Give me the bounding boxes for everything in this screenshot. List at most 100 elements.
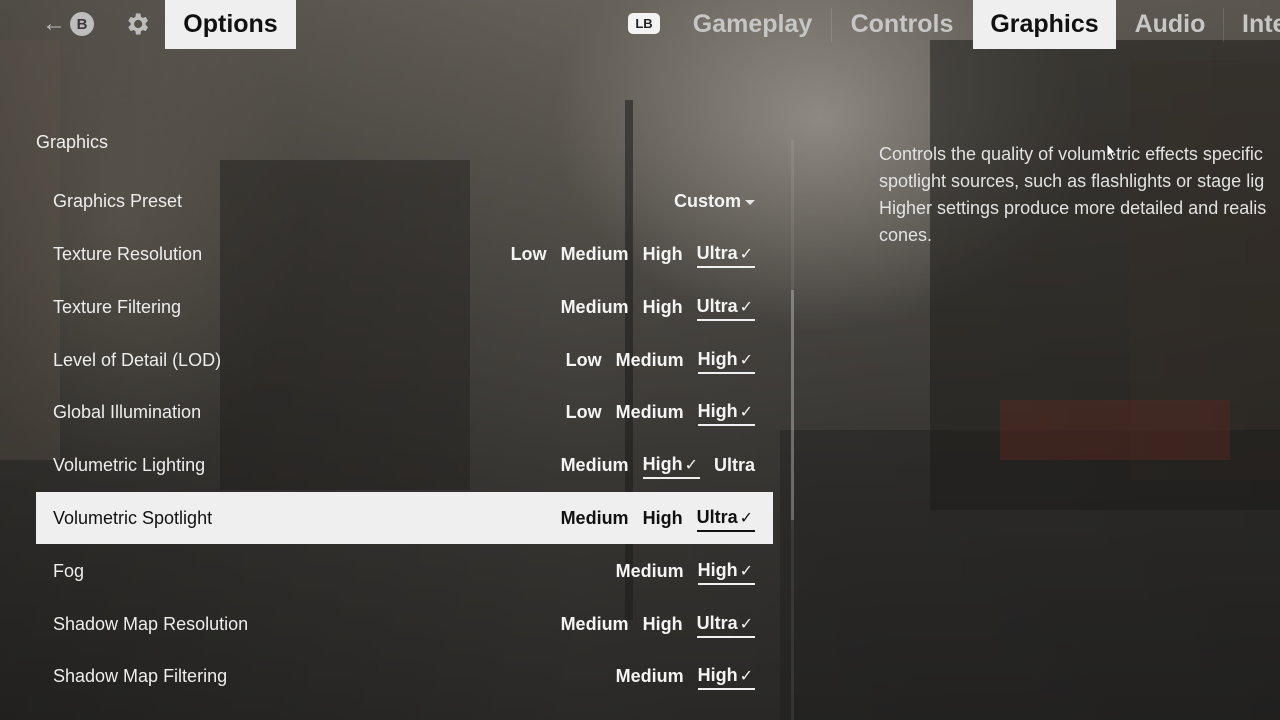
setting-row[interactable]: Shadow Map Resolution Medium High Ultra ✓ (36, 598, 773, 650)
tab-audio[interactable]: Audio (1117, 0, 1223, 49)
option-high[interactable]: High ✓ (697, 398, 755, 426)
option-label: Medium (615, 666, 684, 686)
checkmark-icon: ✓ (739, 404, 753, 421)
option-label: Medium (560, 244, 629, 264)
scrollbar-thumb[interactable] (791, 290, 794, 520)
top-bar: ← B Options LB Gameplay Controls Graphic… (0, 0, 1280, 50)
option-label: Ultra (696, 613, 738, 633)
setting-row[interactable]: Level of Detail (LOD) Low Medium High ✓ (36, 334, 773, 386)
option-medium[interactable]: Medium (561, 505, 629, 531)
option-ultra[interactable]: Ultra ✓ (696, 240, 755, 268)
setting-row[interactable]: Texture Filtering Medium High Ultra ✓ (36, 281, 773, 333)
option-ultra[interactable]: Ultra ✓ (696, 504, 755, 532)
option-medium[interactable]: Medium (616, 663, 684, 689)
option-medium[interactable]: Medium (561, 241, 629, 267)
background-building-right (930, 40, 1280, 510)
background-street (780, 430, 1280, 720)
back-arrow-icon: ← (42, 10, 66, 37)
setting-row[interactable]: Fog Medium High ✓ (36, 545, 773, 597)
option-label: Medium (560, 614, 629, 634)
gear-icon[interactable] (123, 10, 151, 38)
option-medium[interactable]: Medium (561, 452, 629, 478)
option-label: Ultra (696, 507, 738, 527)
background-red-barrier (1000, 400, 1230, 460)
options-title: Options (165, 0, 296, 49)
preset-dropdown[interactable]: Custom (674, 175, 755, 227)
option-high[interactable]: High (643, 294, 683, 320)
description-line: Controls the quality of volumetric effec… (879, 144, 1263, 164)
option-label: High (697, 665, 738, 685)
checkmark-icon: ✓ (684, 457, 698, 474)
setting-label: Volumetric Spotlight (53, 508, 213, 528)
option-label: Medium (615, 561, 684, 581)
option-ultra[interactable]: Ultra ✓ (696, 610, 755, 638)
description-line: cones. (879, 225, 933, 245)
checkmark-icon: ✓ (739, 352, 753, 369)
setting-label: Shadow Map Filtering (53, 666, 228, 686)
back-button[interactable]: ← B (42, 9, 94, 39)
b-button-prompt: B (70, 12, 94, 36)
option-label: Medium (560, 455, 629, 475)
option-high[interactable]: High (643, 611, 683, 637)
setting-label: Global Illumination (53, 402, 202, 422)
mouse-cursor-icon (1106, 143, 1116, 161)
option-high[interactable]: High (643, 505, 683, 531)
option-low[interactable]: Low (566, 347, 602, 373)
option-label: Low (565, 350, 602, 370)
preset-value[interactable]: Custom (674, 191, 755, 212)
setting-label: Fog (53, 561, 85, 581)
option-low[interactable]: Low (566, 399, 602, 425)
option-label: Medium (615, 350, 684, 370)
option-label: High (642, 297, 683, 317)
setting-label: Volumetric Lighting (53, 455, 206, 475)
setting-options: Low Medium High ✓ (566, 334, 755, 386)
background-building-far-right (1130, 60, 1280, 480)
tab-graphics[interactable]: Graphics (973, 0, 1116, 49)
setting-row[interactable]: Shadow Map Filtering Medium High ✓ (36, 650, 773, 702)
option-high[interactable]: High (643, 241, 683, 267)
option-medium[interactable]: Medium (561, 294, 629, 320)
section-title: Graphics (36, 132, 109, 152)
setting-label: Texture Resolution (53, 244, 203, 264)
setting-row[interactable]: Global Illumination Low Medium High ✓ (36, 386, 773, 438)
option-high[interactable]: High ✓ (697, 557, 755, 585)
option-label: High (642, 244, 683, 264)
setting-options: Medium High Ultra ✓ (561, 281, 755, 333)
option-low[interactable]: Low (511, 241, 547, 267)
setting-options: Medium High ✓ (616, 650, 755, 702)
dropdown-caret-icon (745, 199, 755, 205)
option-label: High (642, 614, 683, 634)
option-label: Low (510, 244, 547, 264)
setting-options: Low Medium High Ultra ✓ (511, 228, 755, 280)
option-high[interactable]: High ✓ (697, 346, 755, 374)
option-label: Medium (560, 508, 629, 528)
option-medium[interactable]: Medium (616, 558, 684, 584)
option-high[interactable]: High ✓ (642, 451, 700, 479)
option-label: High (697, 560, 738, 580)
checkmark-icon: ✓ (739, 616, 753, 633)
setting-row[interactable]: Volumetric Lighting Medium High ✓ Ultra (36, 439, 773, 491)
option-ultra[interactable]: Ultra ✓ (696, 293, 755, 321)
checkmark-icon: ✓ (739, 668, 753, 685)
option-medium[interactable]: Medium (561, 611, 629, 637)
checkmark-icon: ✓ (739, 299, 753, 316)
option-label: High (697, 349, 738, 369)
option-label: High (642, 454, 683, 474)
setting-row-graphics-preset[interactable]: Graphics Preset Custom (36, 175, 773, 227)
setting-options: Medium High Ultra ✓ (561, 598, 755, 650)
lb-button-prompt: LB (628, 13, 660, 34)
setting-label: Level of Detail (LOD) (53, 350, 222, 370)
option-medium[interactable]: Medium (616, 399, 684, 425)
tab-interface[interactable]: Inte (1224, 0, 1280, 49)
option-label: Medium (615, 402, 684, 422)
tab-gameplay[interactable]: Gameplay (674, 0, 831, 49)
tab-controls[interactable]: Controls (832, 0, 972, 49)
setting-options: Medium High ✓ (616, 545, 755, 597)
option-medium[interactable]: Medium (616, 347, 684, 373)
setting-row[interactable]: Volumetric Spotlight Medium High Ultra ✓ (36, 492, 773, 544)
option-ultra[interactable]: Ultra (714, 452, 755, 478)
setting-label: Graphics Preset (53, 191, 183, 211)
setting-row[interactable]: Texture Resolution Low Medium High Ultra ✓ (36, 228, 773, 280)
option-label: Low (565, 402, 602, 422)
option-high[interactable]: High ✓ (697, 662, 755, 690)
